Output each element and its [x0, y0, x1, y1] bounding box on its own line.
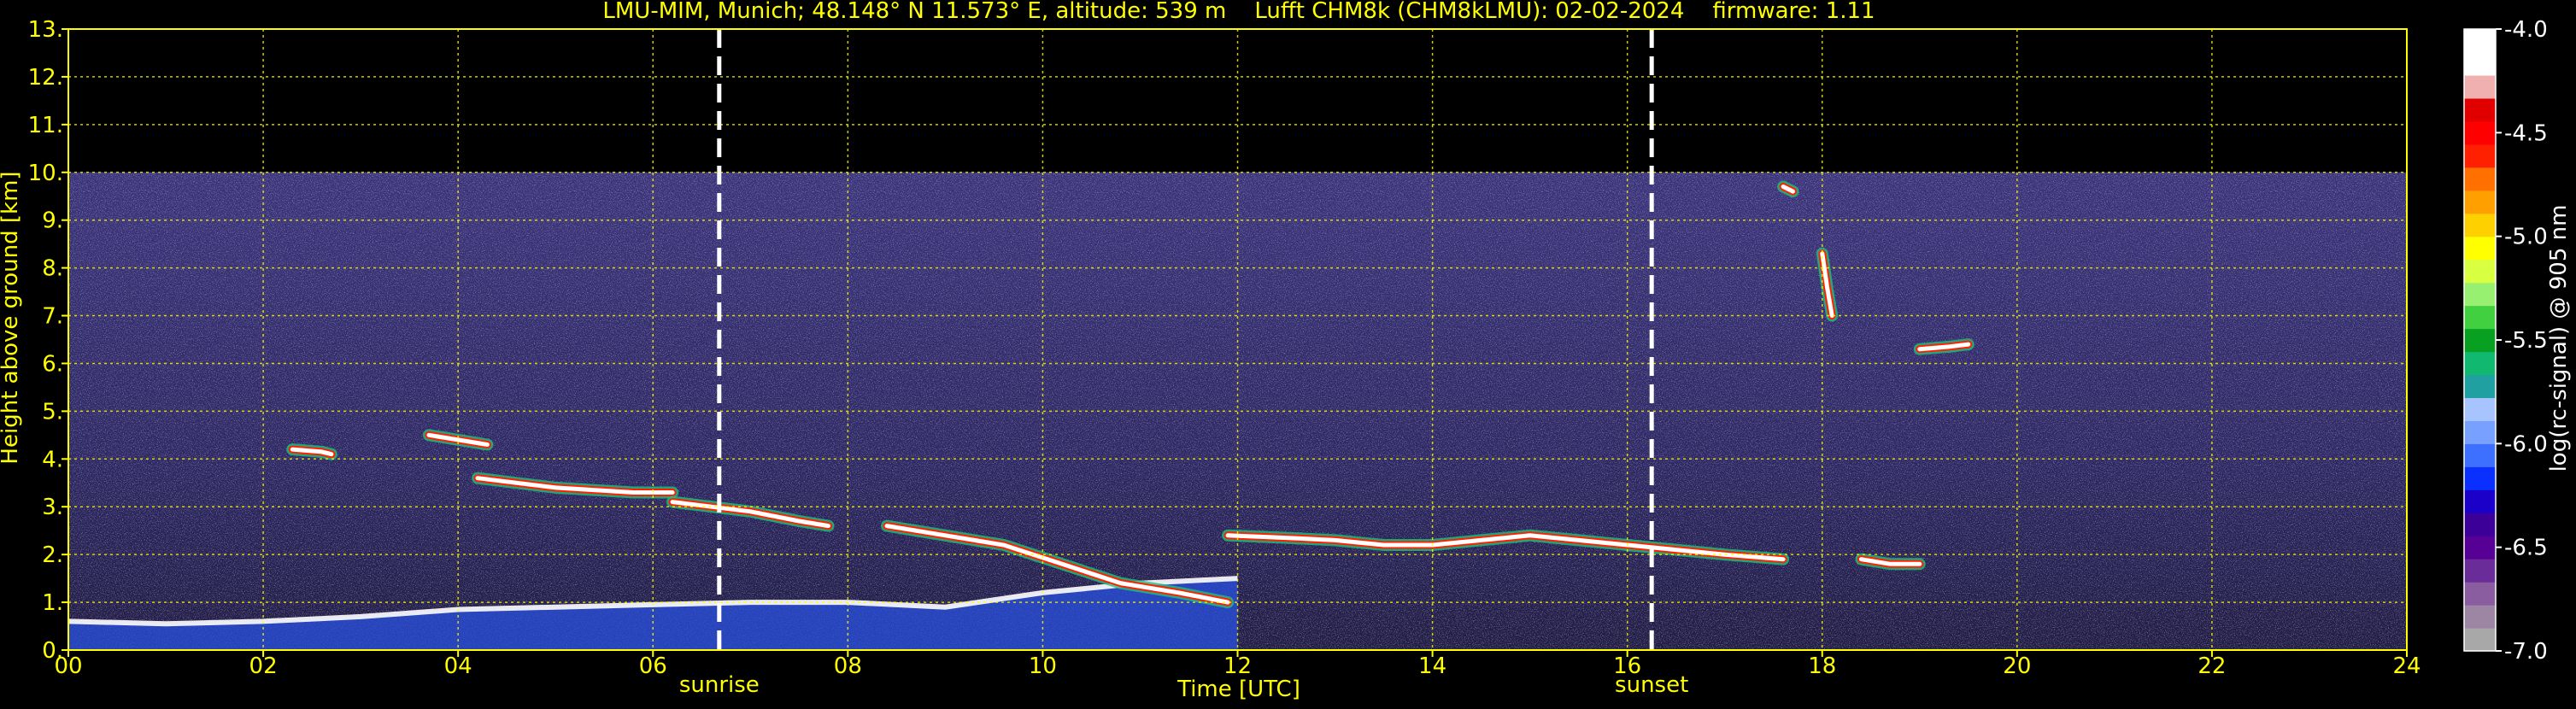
colorbar-segment — [2464, 190, 2496, 214]
ceilometer-plot: sunrise sunset 00 02 04 06 08 10 12 14 16 18 20 22 24… — [0, 0, 2576, 706]
y-tick-label: 6. — [42, 351, 63, 377]
x-tick-label: 12 — [1223, 653, 1252, 679]
colorbar-segment — [2464, 305, 2496, 330]
x-axis-label: Time [UTC] — [1177, 677, 1300, 702]
colorbar-segment — [2464, 513, 2496, 536]
x-tick-label: 04 — [444, 653, 472, 679]
colorbar-label: log(rc-signal) @ 905 nm — [2546, 205, 2572, 472]
y-tick-label: 9. — [42, 208, 63, 234]
colorbar-segment — [2464, 120, 2496, 145]
y-tick-label: 3. — [42, 495, 63, 520]
y-tick-label: 13. — [28, 17, 63, 43]
colorbar-segment — [2464, 374, 2496, 398]
colorbar-segment — [2464, 466, 2496, 490]
colorbar-segment — [2464, 605, 2496, 629]
y-tick-label: 0. — [42, 638, 63, 664]
y-tick-label: 5. — [42, 399, 63, 425]
colorbar-segment — [2464, 328, 2496, 353]
colorbar-segment — [2464, 582, 2496, 606]
y-tick-label: 10. — [28, 161, 63, 186]
colorbar-segment — [2464, 74, 2496, 99]
colorbar-segment — [2464, 259, 2496, 284]
colorbar-segment — [2464, 51, 2496, 76]
colorbar-segment — [2464, 351, 2496, 376]
x-tick-label: 24 — [2392, 653, 2421, 679]
colorbar-segment — [2464, 97, 2496, 122]
colorbar: -4.0 -4.5 -5.0 -5.5 -6.0 -6.5 -7.0 — [2463, 17, 2548, 665]
y-tick-label: 8. — [42, 256, 63, 282]
chart-title: LMU-MIM, Munich; 48.148° N 11.573° E, al… — [602, 0, 1875, 24]
colorbar-segment — [2464, 282, 2496, 307]
colorbar-tick-label: -5.5 — [2504, 328, 2548, 354]
x-tick-label: 20 — [2003, 653, 2031, 679]
colorbar-segment — [2464, 144, 2496, 168]
colorbar-tick-label: -6.5 — [2504, 536, 2548, 561]
sunrise-label: sunrise — [679, 672, 760, 698]
colorbar-segment — [2464, 443, 2496, 467]
colorbar-segment — [2464, 628, 2496, 652]
colorbar-segment — [2464, 29, 2496, 53]
x-tick-label: 14 — [1418, 653, 1446, 679]
y-tick-label: 12. — [28, 65, 63, 91]
y-tick-label: 4. — [42, 447, 63, 472]
x-tick-label: 06 — [639, 653, 667, 679]
colorbar-tick-label: -4.5 — [2504, 120, 2548, 146]
colorbar-tick-label: -5.0 — [2504, 225, 2548, 250]
colorbar-tick-label: -4.0 — [2504, 17, 2548, 43]
x-tick-label: 10 — [1029, 653, 1057, 679]
colorbar-segment — [2464, 420, 2496, 444]
colorbar-tick-label: -6.0 — [2504, 431, 2548, 457]
x-tick-label: 02 — [249, 653, 278, 679]
y-tick-label: 11. — [28, 113, 63, 138]
y-axis-label: Height above ground [km] — [0, 171, 23, 464]
colorbar-tick-label: -7.0 — [2504, 639, 2548, 665]
x-tick-label: 18 — [1808, 653, 1836, 679]
x-tick-label: 22 — [2198, 653, 2226, 679]
y-tick-label: 1. — [42, 590, 63, 616]
colorbar-segment — [2464, 236, 2496, 261]
y-tick-label: 7. — [42, 304, 63, 330]
y-tick-label: 2. — [42, 542, 63, 568]
colorbar-segment — [2464, 489, 2496, 513]
chart-svg: sunrise sunset 00 02 04 06 08 10 12 14 16 18 20 22 24… — [0, 0, 2572, 702]
colorbar-segment — [2464, 213, 2496, 237]
colorbar-segment — [2464, 167, 2496, 191]
colorbar-segment — [2464, 536, 2496, 560]
colorbar-segment — [2464, 397, 2496, 421]
x-tick-label: 16 — [1613, 653, 1641, 679]
colorbar-segment — [2464, 559, 2496, 583]
x-tick-label: 08 — [834, 653, 862, 679]
